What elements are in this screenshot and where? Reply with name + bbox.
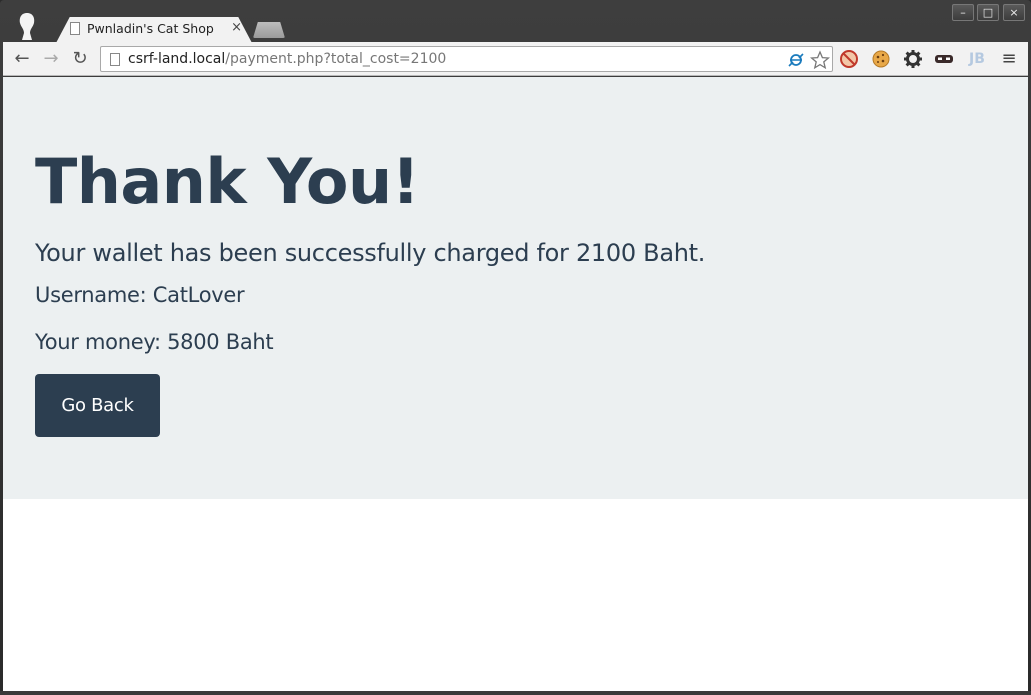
jumbotron: Thank You! Your wallet has been successf… bbox=[3, 77, 1028, 499]
browser-toolbar: ← → ↻ csrf-land.local/payment.php?total_… bbox=[3, 42, 1028, 76]
browser-window: Pwnladin's Cat Shop × – □ × ← → ↻ csrf-l… bbox=[0, 0, 1031, 695]
window-bottom-border bbox=[0, 691, 1031, 695]
go-back-button[interactable]: Go Back bbox=[35, 374, 160, 437]
reload-button[interactable]: ↻ bbox=[69, 48, 91, 70]
menu-icon[interactable]: ≡ bbox=[999, 49, 1019, 69]
translate-icon[interactable] bbox=[787, 51, 805, 69]
username-line: Username: CatLover bbox=[35, 283, 245, 307]
jb-icon[interactable]: JB bbox=[967, 49, 987, 69]
minimize-button[interactable]: – bbox=[952, 4, 974, 21]
title-bar: Pwnladin's Cat Shop × – □ × bbox=[0, 0, 1031, 43]
back-button[interactable]: ← bbox=[11, 48, 33, 70]
url-text[interactable]: csrf-land.local/payment.php?total_cost=2… bbox=[128, 51, 446, 67]
cookie-icon[interactable] bbox=[871, 49, 891, 69]
close-window-button[interactable]: × bbox=[1003, 4, 1025, 21]
page-icon bbox=[70, 22, 80, 35]
address-bar[interactable]: csrf-land.local/payment.php?total_cost=2… bbox=[100, 46, 833, 72]
star-icon[interactable] bbox=[810, 50, 830, 70]
profile-avatar-icon[interactable] bbox=[16, 11, 38, 41]
money-line: Your money: 5800 Baht bbox=[35, 330, 274, 354]
page-title: Thank You! bbox=[35, 145, 420, 218]
page-info-icon[interactable] bbox=[110, 53, 120, 66]
page-viewport: Thank You! Your wallet has been successf… bbox=[3, 77, 1028, 691]
blocked-icon[interactable] bbox=[839, 49, 859, 69]
tab-close-icon[interactable]: × bbox=[231, 20, 242, 35]
mask-icon[interactable] bbox=[934, 49, 954, 69]
url-host: csrf-land.local bbox=[128, 51, 226, 67]
url-path: /payment.php?total_cost=2100 bbox=[225, 51, 447, 67]
tab-active[interactable]: Pwnladin's Cat Shop × bbox=[56, 17, 252, 43]
tab-title: Pwnladin's Cat Shop bbox=[87, 21, 214, 36]
charge-message: Your wallet has been successfully charge… bbox=[35, 239, 706, 267]
maximize-button[interactable]: □ bbox=[977, 4, 999, 21]
new-tab-button[interactable] bbox=[253, 22, 285, 38]
gear-icon[interactable] bbox=[903, 49, 923, 69]
forward-button[interactable]: → bbox=[40, 48, 62, 70]
